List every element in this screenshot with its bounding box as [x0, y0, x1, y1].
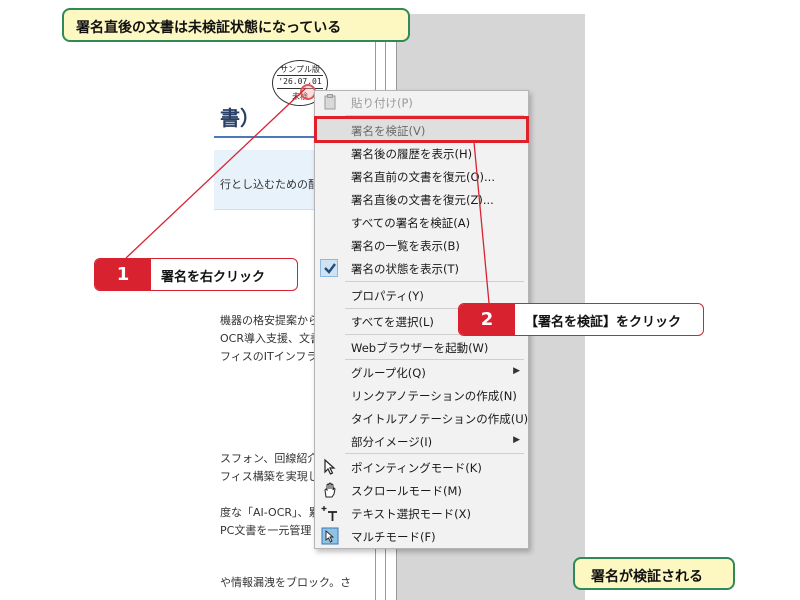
highlight-frame	[314, 116, 529, 143]
step1-number: 1	[95, 259, 151, 290]
menu-item-label: ポインティングモード(K)	[351, 461, 482, 475]
multi-mode-icon	[321, 527, 339, 545]
menu-item-show-status[interactable]: 署名の状態を表示(T)	[315, 257, 528, 280]
step2-text: 【署名を検証】をクリック	[525, 315, 682, 330]
menu-item-label: すべてを選択(L)	[351, 315, 434, 329]
menu-item-restore-before[interactable]: 署名直前の文書を復元(O)...	[315, 165, 528, 188]
stamp-divider	[277, 75, 323, 76]
menu-item-title-annotation[interactable]: タイトルアノテーションの作成(U)	[315, 407, 528, 430]
menu-item-scroll-mode[interactable]: スクロールモード(M)	[315, 479, 528, 502]
menu-item-signature-list[interactable]: 署名の一覧を表示(B)	[315, 234, 528, 257]
document-heading-text: 書）	[220, 106, 260, 130]
menu-item-pointing-mode[interactable]: ポインティングモード(K)	[315, 456, 528, 479]
document-line: フィスのITインフラを	[220, 350, 329, 363]
menu-item-group[interactable]: グループ化(Q) ▶	[315, 361, 528, 384]
menu-item-paste[interactable]: 貼り付け(P)	[315, 91, 528, 114]
step1-callout: 1 署名を右クリック	[94, 258, 298, 291]
menu-item-verify-all[interactable]: すべての署名を検証(A)	[315, 211, 528, 234]
menu-item-launch-browser[interactable]: Webブラウザーを起動(W)	[315, 336, 528, 359]
menu-separator	[345, 359, 524, 360]
menu-item-label: リンクアノテーションの作成(N)	[351, 389, 517, 403]
menu-item-restore-after[interactable]: 署名直後の文書を復元(Z)...	[315, 188, 528, 211]
stamp-line-2: '26.07.01	[278, 77, 322, 86]
menu-item-label: 署名の状態を表示(T)	[351, 262, 459, 276]
top-note-callout: 署名直後の文書は未検証状態になっている	[62, 8, 410, 42]
top-note-text: 署名直後の文書は未検証状態になっている	[76, 20, 342, 36]
step1-text: 署名を右クリック	[161, 270, 266, 285]
bottom-note-text: 署名が検証される	[591, 569, 703, 585]
menu-item-show-history[interactable]: 署名後の履歴を表示(H)	[315, 142, 528, 165]
menu-item-label: 部分イメージ(I)	[351, 435, 433, 449]
menu-item-partial-image[interactable]: 部分イメージ(I) ▶	[315, 430, 528, 453]
menu-item-label: マルチモード(F)	[351, 530, 436, 544]
menu-item-text-select-mode[interactable]: テキスト選択モード(X)	[315, 502, 528, 525]
menu-item-link-annotation[interactable]: リンクアノテーションの作成(N)	[315, 384, 528, 407]
menu-item-multi-mode[interactable]: マルチモード(F)	[315, 525, 528, 548]
menu-separator	[345, 453, 524, 454]
stamp-line-1: サンプル版	[280, 65, 320, 74]
pointer-arrow-icon	[324, 458, 336, 475]
menu-item-label: 署名直後の文書を復元(Z)...	[351, 193, 494, 207]
check-icon	[324, 263, 336, 274]
step2-number: 2	[459, 304, 515, 335]
submenu-arrow-icon: ▶	[513, 435, 520, 445]
menu-item-label: Webブラウザーを起動(W)	[351, 341, 489, 355]
document-line: や情報漏洩をブロック。さ	[220, 576, 352, 589]
menu-item-label: テキスト選択モード(X)	[351, 507, 472, 521]
menu-item-label: スクロールモード(M)	[351, 484, 462, 498]
clipboard-icon	[324, 94, 336, 110]
hand-icon	[324, 482, 336, 498]
menu-item-label: すべての署名を検証(A)	[351, 216, 471, 230]
menu-item-label: タイトルアノテーションの作成(U)	[351, 412, 529, 426]
text-select-icon	[321, 506, 337, 521]
menu-item-label: グループ化(Q)	[351, 366, 426, 380]
submenu-arrow-icon: ▶	[513, 366, 520, 376]
menu-item-label: 署名の一覧を表示(B)	[351, 239, 460, 253]
menu-item-label: プロパティ(Y)	[351, 289, 424, 303]
step2-callout: 2 【署名を検証】をクリック	[458, 303, 704, 336]
menu-item-label: 貼り付け(P)	[351, 96, 413, 110]
menu-separator	[345, 281, 524, 282]
menu-item-label: 署名直前の文書を復元(O)...	[351, 170, 495, 184]
bottom-note-callout: 署名が検証される	[573, 557, 735, 590]
menu-item-label: 署名後の履歴を表示(H)	[351, 147, 473, 161]
